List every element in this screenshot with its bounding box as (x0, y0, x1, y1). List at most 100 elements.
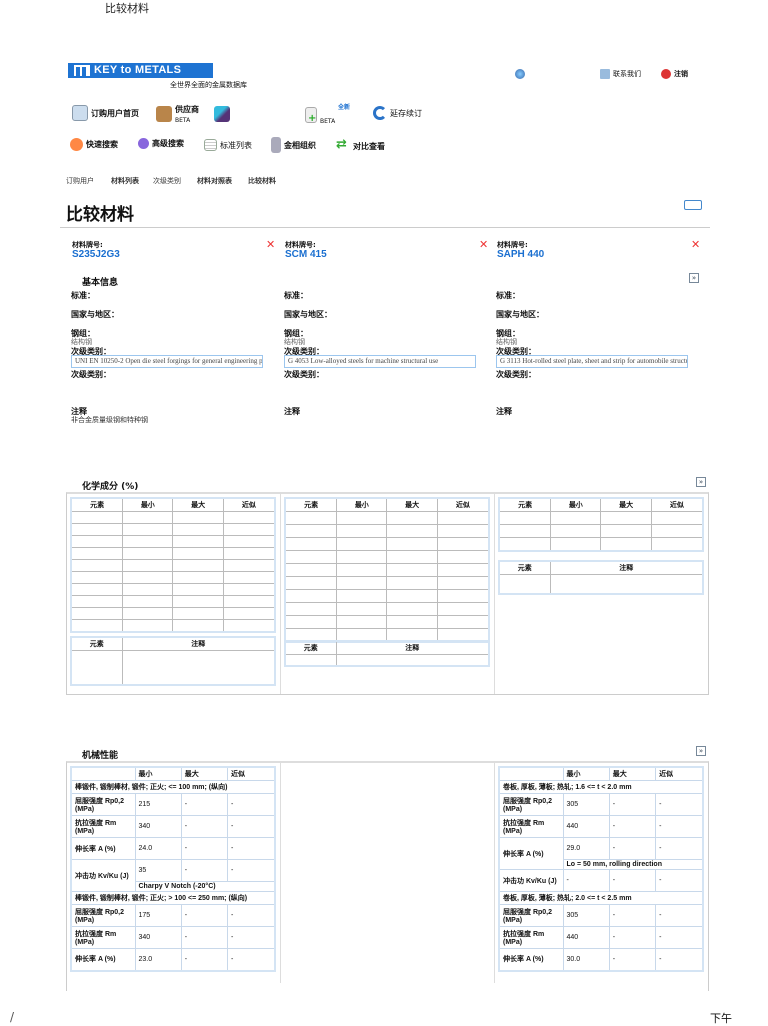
min-value: 29.0 (562, 837, 610, 860)
contact-us-link[interactable]: 联系我们 (600, 69, 641, 79)
breadcrumb-subscriber[interactable]: 订购用户 (66, 176, 94, 186)
chem-notes-table: 元素 注释 (70, 636, 276, 686)
table-row (284, 654, 490, 666)
advanced-search-icon (138, 138, 149, 149)
subcategory-label-2: 次级类别： (496, 370, 536, 379)
collapse-chem-icon[interactable]: » (696, 477, 706, 487)
property-label: 伸长率 A (%) (70, 837, 136, 860)
window-title: 比较材料 (105, 2, 149, 15)
nav-renew[interactable]: 延存续订 (373, 106, 422, 120)
property-label: 抗拉强度 Rm (MPa) (498, 815, 564, 838)
globe-icon[interactable] (515, 69, 525, 79)
nav-advanced-search[interactable]: 高级搜索 (138, 138, 184, 149)
chem-notes-table: 元素 注释 (498, 560, 704, 595)
beta-badge: BETA (320, 118, 336, 125)
back-icon[interactable] (684, 200, 702, 210)
remove-material-icon[interactable]: ✕ (266, 238, 275, 251)
chem-header: 近似 (222, 497, 276, 512)
mech-header: 最小 (134, 766, 182, 781)
table-row: 伸长率 A (%) 24.0- - (70, 837, 276, 860)
nav-compare[interactable]: ⇄ 对比查看 (336, 138, 385, 154)
breadcrumb-materials[interactable]: 材料列表 (111, 176, 139, 186)
nav-new-feature[interactable]: + BETA (305, 104, 335, 125)
property-label: 抗拉强度 Rm (MPa) (498, 926, 564, 949)
table-row (284, 550, 490, 564)
remove-material-icon[interactable]: ✕ (479, 238, 488, 251)
test-note: Lo = 50 mm, rolling direction (562, 859, 704, 870)
nav-label: 订购用户首页 (91, 108, 139, 118)
logo[interactable]: KEY to METALS (68, 63, 213, 78)
min-value: - (562, 869, 610, 892)
logout-link[interactable]: 注销 (661, 69, 688, 79)
subcategory-field[interactable]: G 3113 Hot-rolled steel plate, sheet and… (496, 355, 688, 368)
mech-header (70, 766, 136, 781)
subcategory-field[interactable]: G 4053 Low-alloyed steels for machine st… (284, 355, 476, 368)
chem-table: 元素 最小 最大 近似 (284, 497, 490, 643)
approx-value: - (227, 926, 276, 949)
max-value: - (608, 948, 657, 971)
logo-text: KEY to METALS (94, 64, 182, 76)
max-value: - (180, 926, 229, 949)
table-row (70, 650, 276, 685)
min-value: 215 (134, 793, 182, 816)
mech-table: 最小 最大 近似 棒锻件, 锻制棒材, 锻件; 正火; <= 100 mm; (纵向)… (70, 766, 276, 972)
subcategory-field[interactable]: UNI EN 10250-2 Open die steel forgings f… (71, 355, 263, 368)
nav-layers[interactable] (214, 106, 230, 122)
table-row: 屈服强度 Rp0,2 (MPa) 305- - (498, 793, 704, 816)
collapse-basic-icon[interactable]: » (689, 273, 699, 283)
chem-header: 最小 (336, 497, 388, 512)
notes-label: 注释 (284, 407, 300, 416)
nav-quick-search[interactable]: 快速搜索 (70, 138, 118, 151)
nav-label: 标准列表 (220, 140, 252, 150)
mech-header: 最小 (562, 766, 610, 781)
nav-label: 金相组织 (284, 140, 316, 150)
max-value: - (608, 869, 657, 892)
table-row (284, 563, 490, 577)
table-row (498, 511, 704, 525)
table-icon (204, 139, 217, 151)
min-value: 340 (134, 815, 182, 838)
table-row: 伸长率 A (%) 29.0- - (498, 837, 704, 870)
nav-metallography[interactable]: 金相组织 (271, 137, 316, 153)
table-row (70, 571, 276, 584)
approx-value: - (655, 948, 704, 971)
column-separator (494, 763, 495, 983)
standard-label: 标准： (496, 291, 520, 300)
property-label: 冲击功 Kv/Ku (J) (498, 869, 564, 892)
section-basic-info: 基本信息 (82, 278, 119, 288)
standard-label: 标准： (284, 291, 308, 300)
table-row (284, 615, 490, 629)
approx-value: - (655, 815, 704, 838)
material-name[interactable]: SAPH 440 (497, 249, 544, 260)
section-mech: 机械性能 (82, 751, 119, 761)
min-value: 35 (134, 859, 182, 882)
breadcrumb-crossref[interactable]: 材料对照表 (197, 176, 232, 186)
property-label: 屈服强度 Rp0,2 (MPa) (498, 904, 564, 927)
layers-icon (214, 106, 230, 122)
country-label: 国家与地区： (284, 310, 332, 319)
material-name[interactable]: SCM 415 (285, 249, 327, 260)
box-icon (156, 106, 172, 122)
min-value: 30.0 (562, 948, 610, 971)
chem-header: 近似 (650, 497, 704, 512)
chem-header: 元素 (70, 497, 124, 512)
microscope-icon (271, 137, 281, 153)
min-value: 305 (562, 904, 610, 927)
refresh-icon (373, 106, 387, 120)
nav-standards-list[interactable]: 标准列表 (204, 139, 252, 151)
nav-suppliers[interactable]: 供应商 BETA (156, 104, 199, 124)
approx-value: - (227, 904, 276, 927)
remove-material-icon[interactable]: ✕ (691, 238, 700, 251)
breadcrumb-subcategory[interactable]: 次级类别 (153, 176, 181, 186)
country-label: 国家与地区： (496, 310, 544, 319)
nav-subscriber-home[interactable]: 订购用户首页 (72, 105, 139, 121)
collapse-mech-icon[interactable]: » (696, 746, 706, 756)
max-value: - (180, 815, 229, 838)
material-name[interactable]: S235J2G3 (72, 249, 120, 260)
standard-label: 标准： (71, 291, 95, 300)
column-separator (280, 494, 281, 694)
table-row: 棒锻件, 锻制棒材, 锻件; 正火; <= 100 mm; (纵向) (70, 780, 276, 794)
min-value: 23.0 (134, 948, 182, 971)
table-row (498, 524, 704, 538)
home-icon (72, 105, 88, 121)
